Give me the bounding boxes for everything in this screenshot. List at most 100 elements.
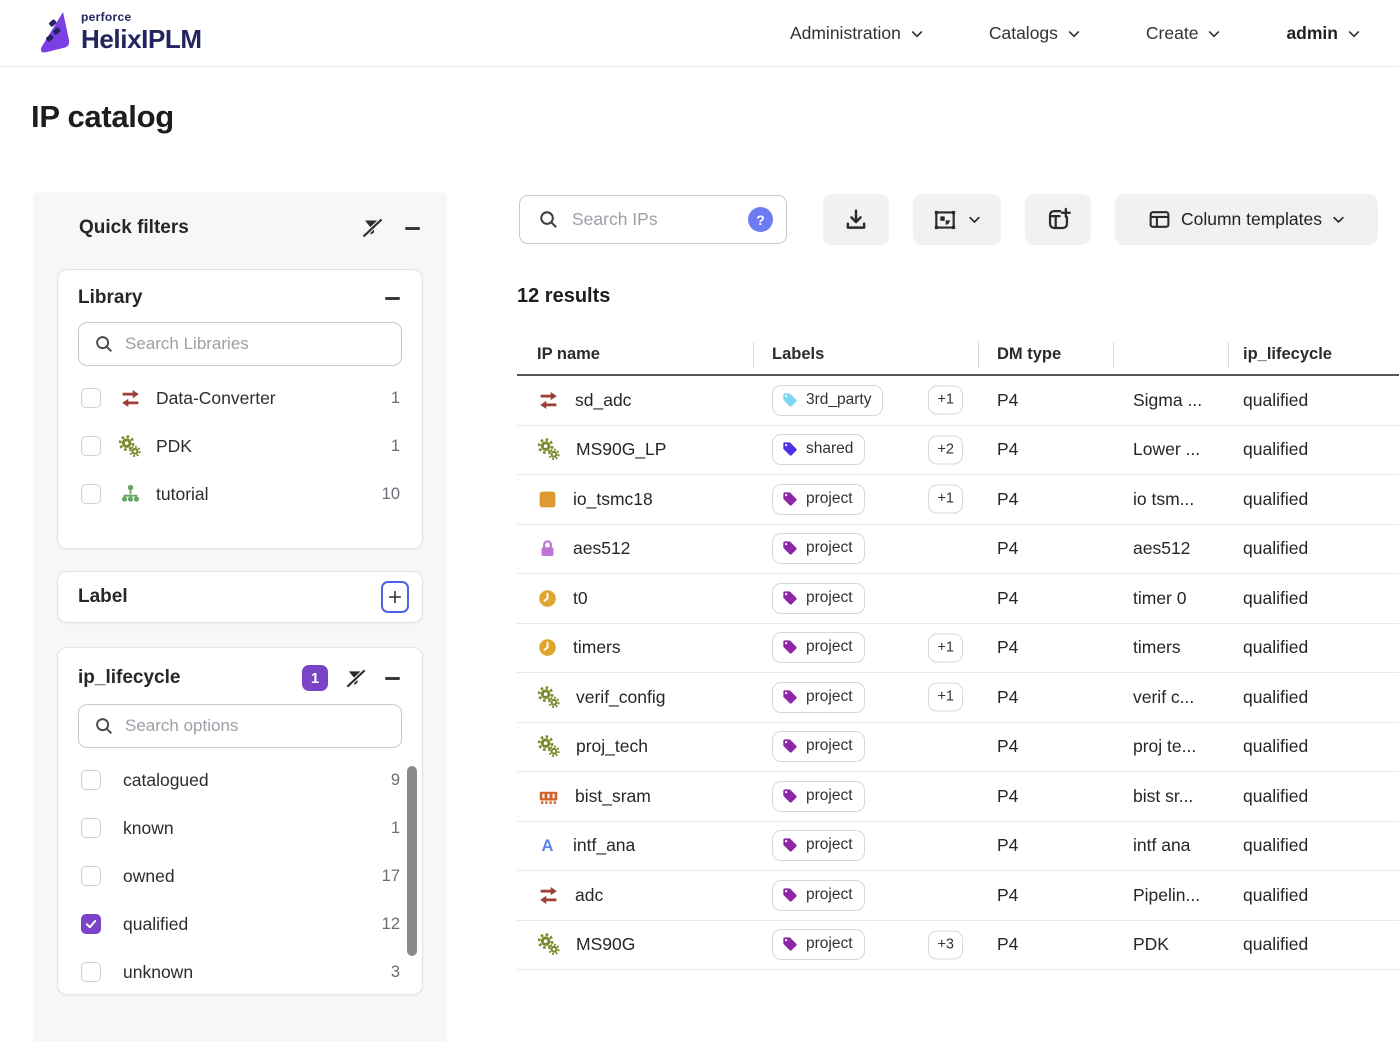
lifecycle-value: qualified [1243, 934, 1308, 955]
dm-type-cell: P4 [978, 687, 1113, 708]
add-label-filter-button[interactable] [381, 581, 409, 613]
label-chip[interactable]: project [772, 682, 865, 713]
nav-item-admin[interactable]: admin [1286, 23, 1361, 44]
checkbox-unchecked[interactable] [81, 818, 101, 838]
gears-icon [537, 686, 561, 709]
clear-lifecycle-filter-icon[interactable] [345, 667, 368, 690]
filter-option-owned[interactable]: owned17 [58, 852, 422, 900]
gears-icon [537, 933, 561, 956]
checkbox-unchecked[interactable] [81, 770, 101, 790]
extra-labels-chip[interactable]: +2 [928, 435, 963, 464]
labels-cell: project [753, 880, 978, 911]
label-chip[interactable]: project [772, 533, 865, 564]
checkbox-unchecked[interactable] [81, 388, 101, 408]
column-header-blank[interactable] [1113, 334, 1228, 374]
collapse-panel-icon[interactable] [405, 227, 420, 230]
lifecycle-search-input[interactable] [125, 716, 389, 736]
ip-name: aes512 [573, 538, 630, 559]
table-row[interactable]: t0projectP4timer 0qualified [517, 574, 1399, 624]
filter-option-unknown[interactable]: unknown3 [58, 948, 422, 995]
label-chip[interactable]: project [772, 830, 865, 861]
filter-option-tutorial[interactable]: tutorial10 [58, 470, 422, 518]
help-icon[interactable]: ? [748, 207, 773, 232]
lifecycle-value: qualified [1243, 390, 1308, 411]
extra-labels-chip[interactable]: +1 [928, 386, 963, 415]
filter-option-known[interactable]: known1 [58, 804, 422, 852]
lifecycle-value: qualified [1243, 588, 1308, 609]
dm-type-cell: P4 [978, 835, 1113, 856]
table-row[interactable]: aes512projectP4aes512qualified [517, 525, 1399, 575]
filter-option-qualified[interactable]: qualified12 [58, 900, 422, 948]
table-row[interactable]: MS90Gproject+3P4PDKqualified [517, 921, 1399, 971]
label-chip-text: project [806, 688, 853, 706]
table-row[interactable]: proj_techprojectP4proj te...qualified [517, 723, 1399, 773]
extra-labels-chip[interactable]: +3 [928, 930, 963, 959]
add-column-button[interactable] [1025, 194, 1091, 245]
table-row[interactable]: bist_sramprojectP4bist sr...qualified [517, 772, 1399, 822]
download-button[interactable] [823, 194, 889, 245]
lifecycle-value: qualified [1243, 637, 1308, 658]
collapse-library-icon[interactable] [385, 297, 400, 300]
filter-option-catalogued[interactable]: catalogued9 [58, 756, 422, 804]
nav-item-administration[interactable]: Administration [790, 23, 924, 44]
extra-labels-chip[interactable]: +1 [928, 683, 963, 712]
table-row[interactable]: MS90G_LPshared+2P4Lower ...qualified [517, 426, 1399, 476]
column-header-ip-lifecycle[interactable]: ip_lifecycle [1228, 334, 1399, 374]
column-templates-button[interactable]: Column templates [1115, 194, 1378, 245]
tag-icon [782, 540, 798, 556]
gears-icon [118, 435, 142, 458]
scrollbar-thumb[interactable] [407, 766, 417, 956]
table-header-row: IP nameLabelsDM type ip_lifecycle [517, 334, 1399, 376]
search-ips-input[interactable] [572, 209, 748, 230]
table-row[interactable]: verif_configproject+1P4verif c...qualifi… [517, 673, 1399, 723]
label-chip-text: project [806, 539, 853, 557]
library-search [78, 322, 402, 366]
label-chip[interactable]: shared [772, 434, 865, 465]
label-chip[interactable]: project [772, 781, 865, 812]
library-search-input[interactable] [125, 334, 389, 354]
filter-option-data-converter[interactable]: Data-Converter1 [58, 374, 422, 422]
table-row[interactable]: io_tsmc18project+1P4io tsm...qualified [517, 475, 1399, 525]
column-header-dm-type[interactable]: DM type [978, 334, 1113, 374]
column-header-labels[interactable]: Labels [753, 334, 978, 374]
table-row[interactable]: adcprojectP4Pipelin...qualified [517, 871, 1399, 921]
nav-item-create[interactable]: Create [1146, 23, 1222, 44]
image-view-button[interactable] [913, 194, 1001, 245]
checkbox-unchecked[interactable] [81, 436, 101, 456]
results-count: 12 results [517, 285, 610, 308]
nav-item-catalogs[interactable]: Catalogs [989, 23, 1081, 44]
table-row[interactable]: sd_adc3rd_party+1P4Sigma ...qualified [517, 376, 1399, 426]
description: proj te... [1133, 736, 1196, 757]
table-row[interactable]: timersproject+1P4timersqualified [517, 624, 1399, 674]
extra-labels-chip[interactable]: +1 [928, 485, 963, 514]
lifecycle-cell: qualified [1228, 637, 1399, 658]
swap-arrows-icon [118, 388, 142, 409]
column-header-ip-name[interactable]: IP name [517, 334, 753, 374]
collapse-lifecycle-icon[interactable] [385, 677, 400, 680]
label-chip[interactable]: project [772, 880, 865, 911]
checkbox-checked[interactable] [81, 914, 101, 934]
checkbox-unchecked[interactable] [81, 484, 101, 504]
label-chip[interactable]: project [772, 632, 865, 663]
label-chip[interactable]: project [772, 484, 865, 515]
extra-labels-chip[interactable]: +1 [928, 633, 963, 662]
ip-name-cell: bist_sram [517, 786, 753, 807]
chevron-down-icon [910, 27, 924, 41]
checkbox-unchecked[interactable] [81, 866, 101, 886]
checkbox-unchecked[interactable] [81, 962, 101, 982]
label-chip[interactable]: project [772, 583, 865, 614]
dm-type: P4 [997, 885, 1018, 906]
table-row[interactable]: Aintf_anaprojectP4intf anaqualified [517, 822, 1399, 872]
label-chip[interactable]: 3rd_party [772, 385, 883, 416]
description: Sigma ... [1133, 390, 1202, 411]
clear-filters-icon[interactable] [361, 216, 385, 240]
dm-type-cell: P4 [978, 934, 1113, 955]
label-chip[interactable]: project [772, 929, 865, 960]
filter-option-pdk[interactable]: PDK1 [58, 422, 422, 470]
brand-logo[interactable]: perforce HelixIPLM [33, 9, 202, 55]
filter-option-label: PDK [156, 436, 192, 457]
label-chip[interactable]: project [772, 731, 865, 762]
tag-icon [782, 689, 798, 705]
ip-name-cell: adc [517, 885, 753, 906]
labels-cell: 3rd_party +1 [753, 385, 978, 416]
